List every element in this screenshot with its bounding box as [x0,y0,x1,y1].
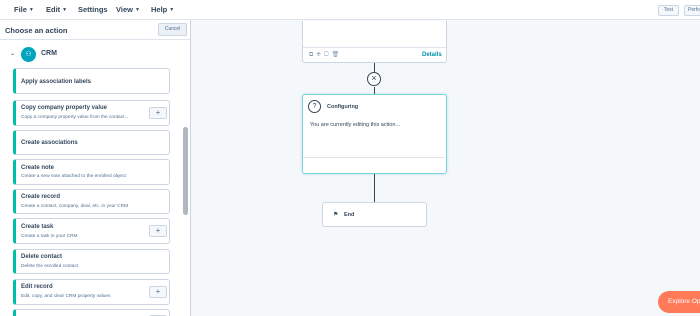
action-description: Delete the enrolled contact [21,264,79,269]
scrollbar[interactable] [183,40,189,316]
panel-header: Choose an action Cancel [0,20,190,40]
action-title: Copy company property value [21,105,108,111]
add-action-button[interactable]: + [149,107,167,119]
action-title: Create record [21,194,61,200]
menu-file-label: File [14,5,27,14]
trash-icon[interactable]: 🗑 [332,52,343,58]
action-partial[interactable]: + [13,309,170,316]
action-delete-contact[interactable]: Delete contact Delete the enrolled conta… [13,249,170,274]
card-divider [303,157,445,158]
menu-edit[interactable]: Edit ▼ [46,5,67,14]
add-action-button[interactable]: + [149,286,167,298]
card-toolbar: ⧉✥▢🗑 [309,51,342,59]
connector-line [374,63,375,72]
connector-line [374,174,375,202]
workflow-canvas[interactable]: ⧉✥▢🗑 Details × ? Configuring You are cur… [192,21,700,316]
action-copy-company-property[interactable]: Copy company property value Copy a compa… [13,100,170,126]
cancel-button[interactable]: Cancel [158,23,187,36]
performance-button[interactable]: Perfo [684,5,700,16]
action-create-record[interactable]: Create record Create a contact, company,… [13,189,170,214]
add-action-button[interactable]: + [149,225,167,237]
menu-help[interactable]: Help ▼ [151,5,174,14]
action-description: Copy a company property value from the c… [21,115,129,120]
menu-edit-label: Edit [46,5,61,14]
action-title: Edit record [21,284,53,290]
menu-view-label: View [116,5,133,14]
configuring-title: Configuring [327,104,359,110]
chevron-down-icon: ▼ [28,7,34,13]
action-title: Apply association labels [21,79,92,85]
menu-settings[interactable]: Settings [78,5,108,14]
end-node[interactable]: ⚑ End [322,202,427,227]
menu-help-label: Help [151,5,168,14]
chevron-down-icon: ▼ [134,7,140,13]
chevron-down-icon: ⌄ [10,51,16,57]
connector-line [374,87,375,94]
details-link[interactable]: Details [422,52,442,58]
previous-action-card[interactable]: ⧉✥▢🗑 Details [302,21,447,63]
action-description: Edit, copy, and clear CRM property value… [21,294,111,299]
move-icon[interactable]: ✥ [316,52,324,58]
menu-file[interactable]: File ▼ [14,5,34,14]
action-apply-association-labels[interactable]: Apply association labels [13,68,170,94]
action-title: Create note [21,165,55,171]
configuring-message: You are currently editing this action... [310,122,400,128]
action-description: Create a new note attached to the enroll… [21,174,126,179]
clipboard-icon[interactable]: ▢ [324,52,332,58]
menu-bar: File ▼ Edit ▼ Settings View ▼ Help ▼ Test Pe… [0,0,700,20]
menu-settings-label: Settings [78,5,108,14]
choose-action-panel: Choose an action Cancel ⌄ ⚇ CRM Apply as… [0,20,191,316]
flag-icon: ⚑ [333,212,339,218]
action-title: Delete contact [21,254,63,260]
menu-view[interactable]: View ▼ [116,5,140,14]
configuring-action-card[interactable]: ? Configuring You are currently editing … [302,94,447,174]
action-description: Create a task in your CRM [21,234,78,239]
action-edit-record[interactable]: Edit record Edit, copy, and clear CRM pr… [13,279,170,305]
action-create-note[interactable]: Create note Create a new note attached t… [13,159,170,185]
action-title: Create task [21,224,54,230]
chevron-down-icon: ▼ [169,7,175,13]
crm-people-icon: ⚇ [21,47,36,62]
action-title: Create associations [21,140,78,146]
crm-section-label: CRM [41,50,57,57]
card-divider [303,47,446,48]
scrollbar-thumb[interactable] [183,127,188,215]
chevron-down-icon: ▼ [62,7,68,13]
explore-options-button[interactable]: Explore Opt [658,291,700,313]
question-icon: ? [308,100,321,113]
close-icon[interactable]: × [367,72,381,86]
end-label: End [344,212,355,218]
panel-title: Choose an action [5,26,68,35]
test-button[interactable]: Test [658,5,679,16]
action-create-task[interactable]: Create task Create a task in your CRM + [13,218,170,244]
action-create-associations[interactable]: Create associations [13,130,170,155]
action-description: Create a contact, company, deal, etc. in… [21,204,129,209]
